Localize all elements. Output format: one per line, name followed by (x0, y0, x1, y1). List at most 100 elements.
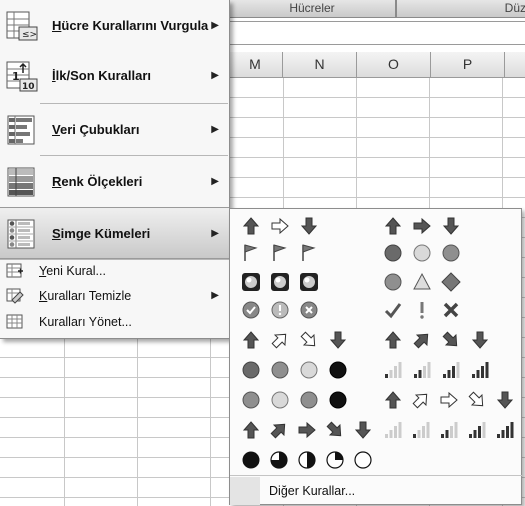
quarter-2-icon (296, 449, 318, 471)
triangle-icon (411, 271, 433, 293)
quarter-1-icon (324, 449, 346, 471)
bars-1-icon (410, 419, 432, 441)
menu-item-label: Simge Kümeleri (52, 226, 151, 241)
x-mark-icon (440, 299, 462, 321)
icon-set-5-quarters[interactable] (240, 449, 380, 475)
bars-4-icon (494, 419, 516, 441)
icon-set-5-arrows-colored[interactable] (382, 389, 522, 415)
arrow-up-icon (240, 215, 262, 237)
new-rule-icon (6, 263, 23, 278)
more-rules-item[interactable]: Diğer Kurallar... (230, 475, 522, 506)
arrow-down-icon (494, 389, 516, 411)
formula-bar[interactable] (228, 21, 525, 45)
icon-sets-submenu: Diğer Kurallar... (229, 208, 522, 505)
square-light-icon (298, 271, 320, 293)
arrow-right-icon (296, 419, 318, 441)
check-circle-icon (240, 299, 262, 321)
arrow-down-icon (298, 215, 320, 237)
arrow-up-icon (382, 215, 404, 237)
icon-sets-icon (7, 219, 35, 249)
icon-set-3-traffic-lights-rimmed[interactable] (240, 271, 327, 297)
circle-mid-icon (440, 242, 462, 264)
arrow-up-icon (382, 329, 404, 351)
icon-set-3-symbols-circled[interactable] (240, 299, 327, 325)
menu-item-new-rule[interactable]: Yeni Kural... (0, 259, 229, 283)
icon-set-3-arrows-gray[interactable] (382, 215, 469, 241)
icon-set-3-arrows-colored[interactable] (240, 215, 327, 241)
arrow-down-right-outline-icon (298, 329, 320, 351)
bars-4-icon (469, 359, 491, 381)
submenu-arrow-icon: ▶ (211, 124, 219, 135)
arrow-down-icon (352, 419, 374, 441)
menu-item-clear-rules[interactable]: Kuralları Temizle ▶ (0, 284, 229, 308)
arrow-right-outline-icon (438, 389, 460, 411)
icon-set-4-arrows-gray[interactable] (382, 329, 498, 355)
circle-light-icon (411, 242, 433, 264)
bars-2-icon (411, 359, 433, 381)
exclaim-icon (411, 299, 433, 321)
submenu-arrow-icon: ▶ (211, 70, 219, 81)
arrow-up-right-icon (268, 419, 290, 441)
bars-1-icon (382, 359, 404, 381)
icon-set-red-to-black[interactable] (240, 359, 356, 385)
conditional-formatting-menu: ≤> Hücre Kurallarını Vurgula ▶ 1 10 İlk/… (0, 0, 230, 339)
menu-item-data-bars[interactable]: Veri Çubukları ▶ (0, 104, 229, 156)
bars-2-icon (438, 419, 460, 441)
icon-set-4-ratings[interactable] (382, 359, 498, 385)
arrow-up-icon (240, 329, 262, 351)
icon-set-5-ratings[interactable] (382, 419, 522, 445)
color-scales-icon (7, 167, 35, 197)
icon-set-3-flags[interactable] (240, 242, 327, 268)
circle-mid-icon (240, 389, 262, 411)
manage-rules-icon (6, 314, 23, 329)
menu-item-icon-sets[interactable]: Simge Kümeleri ▶ (0, 207, 229, 259)
top-bottom-rules-icon: 1 10 (6, 61, 38, 92)
column-header-n[interactable]: N (283, 52, 357, 77)
highlight-cells-rules-icon: ≤> (6, 11, 38, 41)
square-light-icon (240, 271, 262, 293)
circle-mid-icon (298, 389, 320, 411)
menu-item-color-scales[interactable]: Renk Ölçekleri ▶ (0, 156, 229, 208)
diamond-icon (440, 271, 462, 293)
svg-text:1: 1 (12, 70, 20, 83)
arrow-up-icon (382, 389, 404, 411)
arrow-up-right-outline-icon (269, 329, 291, 351)
submenu-arrow-icon: ▶ (211, 176, 219, 187)
icon-set-3-symbols-uncircled[interactable] (382, 299, 469, 325)
menu-item-top-bottom-rules[interactable]: 1 10 İlk/Son Kuralları ▶ (0, 50, 229, 102)
icon-set-5-arrows-gray[interactable] (240, 419, 380, 445)
submenu-arrow-icon: ▶ (211, 228, 219, 239)
menu-item-label: Renk Ölçekleri (52, 174, 143, 189)
circle-light-icon (298, 359, 320, 381)
quarter-3-icon (268, 449, 290, 471)
icon-set-3-traffic-lights-unrimmed[interactable] (382, 242, 469, 268)
circle-light-icon (269, 389, 291, 411)
flag-icon (269, 242, 291, 264)
icon-set-4-arrows-colored[interactable] (240, 329, 356, 355)
arrow-down-icon (440, 215, 462, 237)
menu-item-highlight-cells-rules[interactable]: ≤> Hücre Kurallarını Vurgula ▶ (0, 0, 229, 52)
check-icon (382, 299, 404, 321)
column-header-o[interactable]: O (357, 52, 431, 77)
column-header-p[interactable]: P (431, 52, 505, 77)
menu-item-manage-rules[interactable]: Kuralları Yönet... (0, 310, 229, 334)
menu-item-label: Kuralları Yönet... (39, 315, 132, 329)
circle-dark-icon (240, 359, 262, 381)
arrow-up-right-icon (411, 329, 433, 351)
column-header-m[interactable]: M (228, 52, 283, 77)
arrow-down-right-icon (440, 329, 462, 351)
quarter-0-icon (352, 449, 374, 471)
icon-set-3-signs[interactable] (382, 271, 469, 297)
menu-item-label: Hücre Kurallarını Vurgula (52, 18, 209, 33)
arrow-up-right-outline-icon (410, 389, 432, 411)
bars-3-icon (466, 419, 488, 441)
column-headers: M N O P (228, 52, 525, 78)
quarter-4-icon (240, 449, 262, 471)
data-bars-icon (7, 115, 35, 145)
icon-set-4-traffic-lights[interactable] (240, 389, 356, 415)
arrow-down-icon (469, 329, 491, 351)
circle-mid-icon (382, 271, 404, 293)
clear-rules-icon (6, 288, 24, 304)
bars-0-icon (382, 419, 404, 441)
menu-item-label: Kuralları Temizle (39, 289, 132, 303)
